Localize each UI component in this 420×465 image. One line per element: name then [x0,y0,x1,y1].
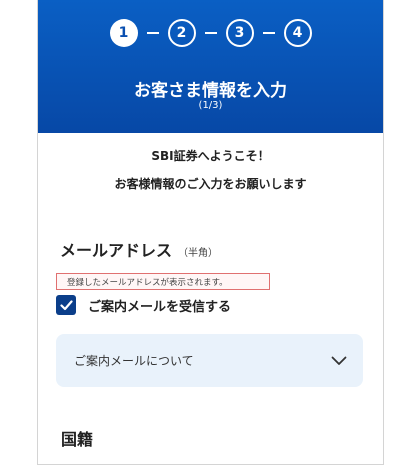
mail-info-accordion[interactable]: ご案内メールについて [56,334,363,387]
progress-stepper: 1 2 3 4 [38,18,383,48]
step-1: 1 [109,19,138,47]
step-divider [262,32,275,34]
email-section-title: メールアドレス （半角） [60,237,218,261]
email-title-note: （半角） [178,248,219,259]
mobile-screen: 1 2 3 4 お客さま情報を入力 (1/3) SBI証券へようこそ！ お客様情… [37,0,384,465]
nationality-section-title: 国籍 [61,430,94,449]
accordion-label: ご案内メールについて [74,354,194,368]
step-2: 2 [167,19,196,47]
mail-opt-in-label[interactable]: ご案内メールを受信する [88,296,231,315]
step-3: 3 [225,19,254,47]
page-subtitle: (1/3) [198,100,223,111]
welcome-instruction: お客様情報のご入力をお願いします [114,177,307,191]
step-divider [204,32,217,34]
mail-opt-in-checkbox[interactable] [56,295,76,315]
welcome-message: SBI証券へようこそ！ [151,149,270,163]
email-title-text: メールアドレス [60,241,173,260]
page-title: お客さま情報を入力 [134,81,287,101]
step-divider [146,32,159,34]
email-display-box: 登録したメールアドレスが表示されます。 [56,273,270,290]
page-header: 1 2 3 4 お客さま情報を入力 (1/3) [38,0,383,133]
mail-opt-in-row[interactable]: ご案内メールを受信する [56,293,231,317]
chevron-down-icon[interactable] [331,356,347,366]
check-icon [59,299,73,310]
step-4: 4 [283,19,312,47]
email-display-text: 登録したメールアドレスが表示されます。 [67,277,228,288]
